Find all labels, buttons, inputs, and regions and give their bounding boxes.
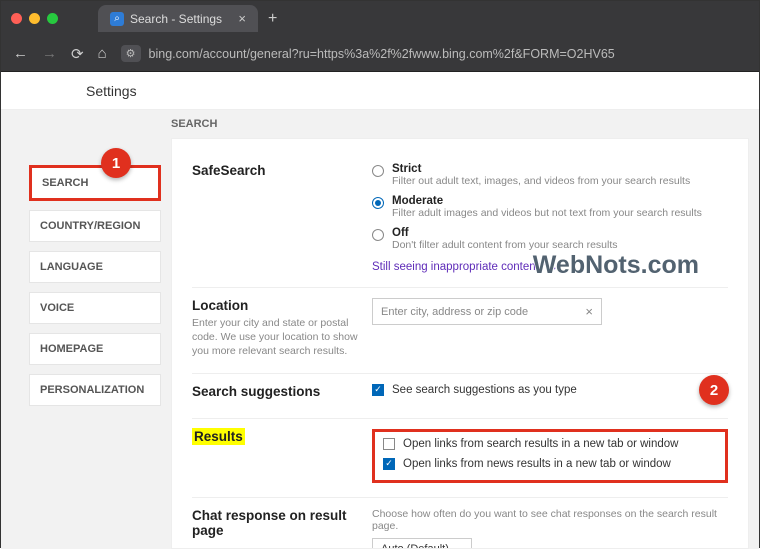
home-icon[interactable]: ⌂ (98, 45, 107, 62)
safesearch-title: SafeSearch (192, 163, 372, 273)
results-title: Results (192, 428, 245, 445)
close-tab-icon[interactable]: × (238, 11, 246, 26)
chevron-down-icon: ⌄ (455, 543, 463, 549)
radio-icon[interactable] (372, 229, 384, 241)
chat-desc: Choose how often do you want to see chat… (372, 508, 728, 532)
close-window-icon[interactable] (11, 13, 22, 24)
sidebar-item-homepage[interactable]: HOMEPAGE (29, 333, 161, 365)
sidebar-item-language[interactable]: LANGUAGE (29, 251, 161, 283)
section-header: SEARCH (171, 118, 217, 130)
url-text: bing.com/account/general?ru=https%3a%2f%… (149, 47, 615, 61)
location-placeholder: Enter city, address or zip code (381, 306, 528, 318)
chat-section: Chat response on result page Choose how … (192, 498, 728, 549)
checkbox-icon[interactable]: ✓ (383, 458, 395, 470)
radio-icon[interactable] (372, 197, 384, 209)
sidebar-item-country[interactable]: COUNTRY/REGION (29, 210, 161, 242)
address-bar: ← → ⟳ ⌂ ⚙ bing.com/account/general?ru=ht… (1, 36, 759, 72)
annotation-badge-1: 1 (101, 148, 131, 178)
safesearch-moderate[interactable]: Moderate Filter adult images and videos … (372, 195, 728, 219)
settings-content: SafeSearch Strict Filter out adult text,… (171, 138, 749, 549)
location-section: Location Enter your city and state or po… (192, 288, 728, 374)
page-header: Settings (1, 72, 759, 110)
checkbox-icon[interactable]: ✓ (372, 384, 384, 396)
favicon-icon: ⌕ (110, 12, 124, 26)
results-section: Results Open links from search results i… (192, 419, 728, 498)
minimize-window-icon[interactable] (29, 13, 40, 24)
tab-title: Search - Settings (130, 12, 222, 26)
suggestions-title: Search suggestions (192, 384, 372, 404)
chat-title: Chat response on result page (192, 508, 372, 549)
settings-sidebar: SEARCH 1 SEARCH COUNTRY/REGION LANGUAGE … (1, 110, 171, 549)
inappropriate-content-link[interactable]: Still seeing inappropriate content? ⌄ (372, 261, 558, 273)
sidebar-item-personalization[interactable]: PERSONALIZATION (29, 374, 161, 406)
maximize-window-icon[interactable] (47, 13, 58, 24)
location-desc: Enter your city and state or postal code… (192, 316, 372, 359)
site-settings-icon[interactable]: ⚙ (121, 45, 141, 62)
sidebar-item-voice[interactable]: VOICE (29, 292, 161, 324)
safesearch-off[interactable]: Off Don't filter adult content from your… (372, 227, 728, 251)
page-title: Settings (86, 83, 137, 99)
location-title: Location (192, 298, 372, 313)
radio-icon[interactable] (372, 165, 384, 177)
browser-tab-bar: ⌕ Search - Settings × + (1, 1, 759, 36)
annotation-badge-2: 2 (699, 375, 729, 405)
safesearch-strict[interactable]: Strict Filter out adult text, images, an… (372, 163, 728, 187)
chat-frequency-select[interactable]: Auto (Default) ⌄ (372, 538, 472, 549)
safesearch-section: SafeSearch Strict Filter out adult text,… (192, 153, 728, 288)
results-open-search-new-tab[interactable]: Open links from search results in a new … (383, 438, 717, 450)
window-controls (11, 13, 58, 24)
browser-tab[interactable]: ⌕ Search - Settings × (98, 5, 258, 32)
suggestions-checkbox-row[interactable]: ✓ See search suggestions as you type (372, 384, 728, 396)
checkbox-icon[interactable] (383, 438, 395, 450)
url-input[interactable]: ⚙ bing.com/account/general?ru=https%3a%2… (121, 45, 747, 62)
reload-icon[interactable]: ⟳ (71, 45, 84, 63)
suggestions-section: Search suggestions ✓ See search suggesti… (192, 374, 728, 419)
location-input[interactable]: Enter city, address or zip code × (372, 298, 602, 325)
forward-icon: → (42, 45, 57, 62)
chevron-down-icon: ⌄ (549, 262, 557, 273)
new-tab-button[interactable]: + (268, 10, 277, 28)
back-icon[interactable]: ← (13, 45, 28, 62)
clear-icon[interactable]: × (585, 304, 593, 319)
annotation-highlight-2: Open links from search results in a new … (372, 429, 728, 483)
sidebar-item-search[interactable]: SEARCH (29, 165, 161, 201)
results-open-news-new-tab[interactable]: ✓ Open links from news results in a new … (383, 458, 717, 470)
